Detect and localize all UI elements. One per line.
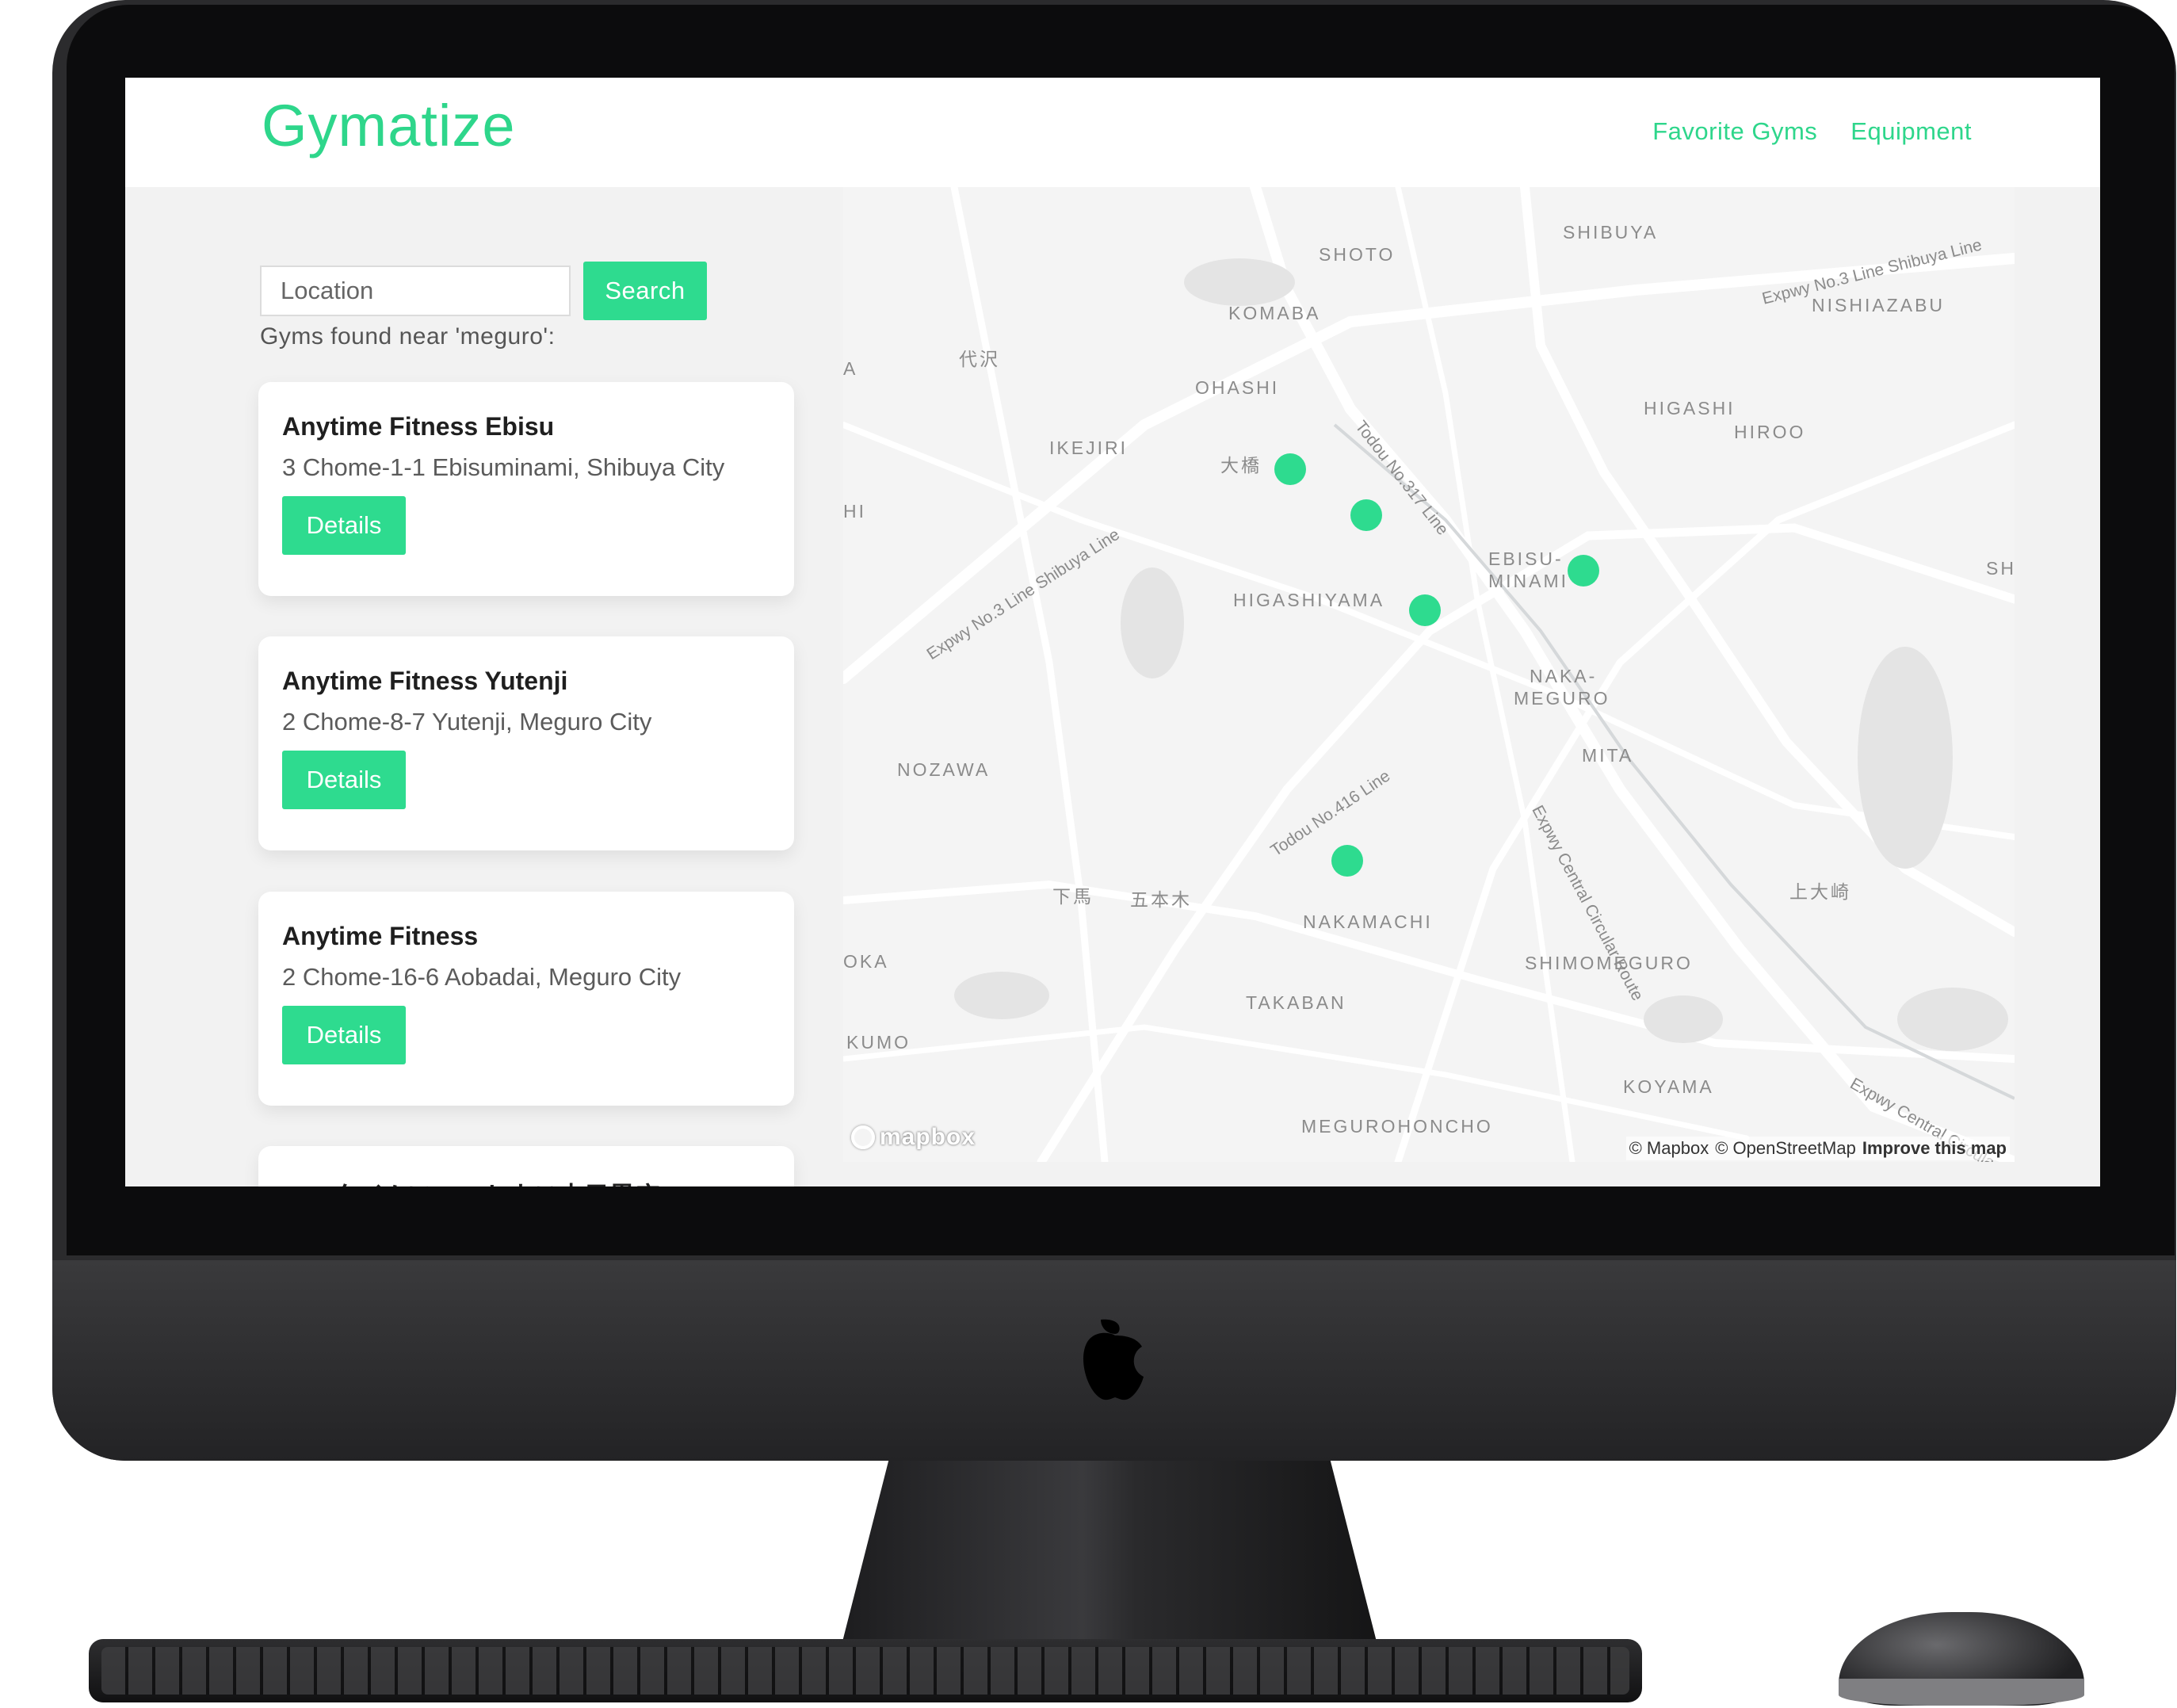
map-label: HIGASHI xyxy=(1644,398,1736,418)
nav-favorite-gyms[interactable]: Favorite Gyms xyxy=(1652,117,1817,146)
map-label: NOZAWA xyxy=(897,759,991,780)
improve-map-link[interactable]: Improve this map xyxy=(1862,1138,2007,1159)
gym-address: 3 Chome-1-1 Ebisuminami, Shibuya City xyxy=(282,453,725,481)
map-label: A xyxy=(843,358,858,379)
gym-name: Anytime Fitness Ebisu xyxy=(282,412,555,441)
map-label: 上大崎 xyxy=(1789,881,1851,902)
gym-card: エニタイムフィットネス中目黒店 xyxy=(258,1146,794,1186)
map-label: KOYAMA xyxy=(1623,1076,1714,1097)
map-label: HIROO xyxy=(1734,422,1806,442)
gym-card: Anytime Fitness 2 Chome-16-6 Aobadai, Me… xyxy=(258,892,794,1106)
top-navbar: Gymatize Favorite Gyms Equipment xyxy=(125,78,2100,187)
map-label: TAKABAN xyxy=(1246,992,1346,1013)
osm-attribution[interactable]: © OpenStreetMap xyxy=(1715,1138,1856,1159)
map-label: MEGUROHONCHO xyxy=(1301,1116,1493,1137)
gym-marker[interactable] xyxy=(1274,453,1306,485)
imac-stand xyxy=(840,1461,1379,1651)
details-button[interactable]: Details xyxy=(282,1006,406,1064)
location-input[interactable] xyxy=(260,266,571,316)
map-label: 下馬 xyxy=(1052,886,1094,907)
map-label: MINAMI xyxy=(1488,571,1569,591)
map-label: IKEJIRI xyxy=(1049,438,1128,458)
map-label: NISHIAZABU xyxy=(1812,295,1946,315)
map-label: MEGURO xyxy=(1514,688,1610,709)
search-button[interactable]: Search xyxy=(583,262,707,320)
gym-marker[interactable] xyxy=(1568,555,1599,587)
gym-card: Anytime Fitness Yutenji 2 Chome-8-7 Yute… xyxy=(258,636,794,850)
map-label: EBISU- xyxy=(1488,548,1564,569)
app-screen: Gymatize Favorite Gyms Equipment Search … xyxy=(125,78,2100,1186)
mapbox-attribution[interactable]: © Mapbox xyxy=(1629,1138,1709,1159)
gym-map[interactable]: SHIBUYA SHOTO KOMABA NISHIAZABU 代沢 OHASH… xyxy=(843,187,2015,1162)
gym-card: Anytime Fitness Ebisu 3 Chome-1-1 Ebisum… xyxy=(258,382,794,596)
gym-name: Anytime Fitness xyxy=(282,922,479,950)
details-button[interactable]: Details xyxy=(282,496,406,555)
map-label: OHASHI xyxy=(1195,377,1280,398)
gym-address: 2 Chome-16-6 Aobadai, Meguro City xyxy=(282,963,682,991)
map-attribution: © Mapbox © OpenStreetMap Improve this ma… xyxy=(1625,1137,2010,1160)
map-label: NAKAMACHI xyxy=(1303,911,1433,932)
gym-marker[interactable] xyxy=(1331,845,1363,877)
map-label: SH xyxy=(1986,558,2015,579)
details-button[interactable]: Details xyxy=(282,751,406,809)
gym-marker[interactable] xyxy=(1350,499,1382,531)
apple-logo-icon xyxy=(1083,1319,1144,1400)
gym-name: Anytime Fitness Yutenji xyxy=(282,667,568,695)
map-label: KUMO xyxy=(846,1032,911,1053)
map-roads xyxy=(843,187,2015,1162)
map-label: 代沢 xyxy=(959,349,1000,369)
map-label: MITA xyxy=(1582,745,1634,766)
map-label: 大橋 xyxy=(1220,455,1262,476)
gym-marker[interactable] xyxy=(1409,594,1441,626)
nav-links: Favorite Gyms Equipment xyxy=(1652,117,1972,146)
map-label: SHOTO xyxy=(1319,244,1396,265)
gym-name: エニタイムフィットネス中目黒店 xyxy=(282,1176,660,1186)
keyboard xyxy=(89,1639,1642,1702)
map-label: HI xyxy=(843,501,866,522)
map-label: OKA xyxy=(843,951,889,972)
map-label: KOMABA xyxy=(1228,303,1321,323)
map-label: NAKA- xyxy=(1530,666,1598,686)
search-bar: Search xyxy=(260,262,707,320)
brand-logo[interactable]: Gymatize xyxy=(262,92,516,159)
gym-address: 2 Chome-8-7 Yutenji, Meguro City xyxy=(282,708,652,736)
results-label: Gyms found near 'meguro': xyxy=(260,323,556,350)
nav-equipment[interactable]: Equipment xyxy=(1850,117,1972,146)
magic-mouse xyxy=(1839,1612,2084,1706)
mapbox-logo[interactable]: mapbox xyxy=(851,1124,976,1151)
map-label: HIGASHIYAMA xyxy=(1233,590,1385,610)
mapbox-icon xyxy=(851,1125,875,1149)
map-label: SHIBUYA xyxy=(1563,222,1659,243)
map-label: 五本木 xyxy=(1130,889,1192,910)
